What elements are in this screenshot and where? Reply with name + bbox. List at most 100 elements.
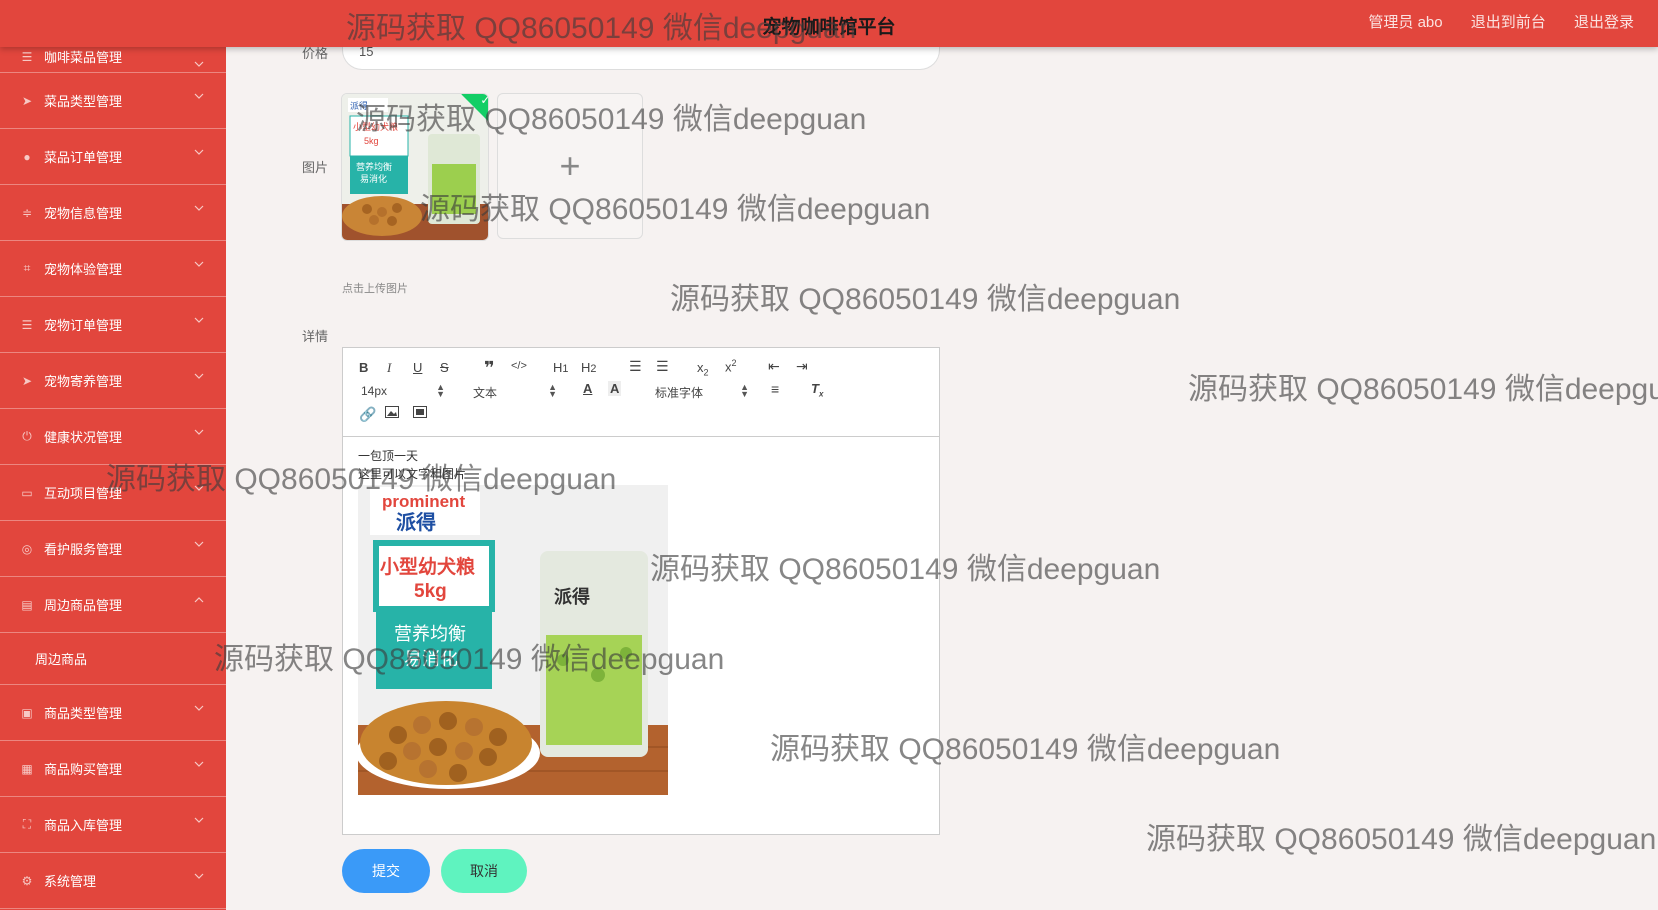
sidebar-item-label: 周边商品管理: [44, 598, 123, 613]
code-block-icon[interactable]: </>: [511, 360, 527, 372]
sidebar-item-8[interactable]: ⏻ 健康状况管理: [0, 409, 226, 465]
chevron-down-icon: [194, 61, 204, 71]
thumb-product-text: 小型幼犬粮: [353, 121, 398, 132]
detail-label: 详情: [302, 329, 329, 344]
heading2-icon[interactable]: H2: [581, 360, 596, 375]
compass-icon: ◎: [21, 541, 33, 556]
strikethrough-icon[interactable]: S: [440, 360, 449, 375]
plus-icon: +: [559, 145, 581, 186]
sidebar-item-4[interactable]: ≑ 宠物信息管理: [0, 185, 226, 241]
sidebar-item-15[interactable]: ⚙ 系统管理: [0, 853, 226, 909]
superscript-icon[interactable]: x2: [725, 358, 737, 374]
list-icon: ☰: [21, 49, 33, 64]
sidebar-item-12[interactable]: ▣ 商品类型管理: [0, 685, 226, 741]
back-to-front-link[interactable]: 退出到前台: [1471, 14, 1546, 31]
crop-icon: ⌗: [23, 261, 31, 275]
product-name-text: 小型幼犬粮: [380, 555, 475, 578]
top-header: 宠物咖啡馆平台 管理员 abo 退出到前台 退出登录: [0, 0, 1658, 47]
sidebar-item-6[interactable]: ☰ 宠物订单管理: [0, 297, 226, 353]
power-icon: ⏻: [22, 429, 32, 443]
image-insert-icon[interactable]: [385, 406, 399, 421]
chat-icon: ▤: [21, 597, 33, 612]
content-line-1: 一包顶一天: [358, 449, 419, 463]
sidebar-item-10[interactable]: ◎ 看护服务管理: [0, 521, 226, 577]
block-format-select[interactable]: 文本 ▲ ▼: [473, 382, 557, 401]
select-arrows-icon: ▲ ▼: [740, 382, 749, 399]
bold-icon[interactable]: B: [359, 360, 368, 375]
submit-button[interactable]: 提交: [342, 849, 430, 893]
sidebar-item-label: 商品入库管理: [44, 818, 123, 833]
sidebar-item-9[interactable]: ▭ 互动项目管理: [0, 465, 226, 521]
grid-icon: ▦: [21, 761, 33, 776]
sidebar-item-2[interactable]: ➤ 菜品类型管理: [0, 73, 226, 129]
font-family-select[interactable]: 标准字体 ▲ ▼: [655, 382, 749, 401]
sidebar-item-11[interactable]: ▤ 周边商品管理: [0, 577, 226, 633]
user-icon: ●: [23, 149, 31, 164]
background-color-icon[interactable]: A: [608, 381, 622, 396]
sidebar-item-13[interactable]: ▦ 商品购买管理: [0, 741, 226, 797]
link-icon[interactable]: 🔗: [359, 406, 376, 423]
submenu-item-peripheral-products[interactable]: 周边商品: [0, 633, 226, 685]
sidebar-item-5[interactable]: ⌗ 宠物体验管理: [0, 241, 226, 297]
bullet-list-icon[interactable]: ☰: [656, 358, 669, 375]
chevron-up-icon: [194, 597, 204, 607]
image-label: 图片: [302, 160, 329, 175]
sidebar-item-1[interactable]: ☰ 咖啡菜品管理: [0, 47, 226, 73]
clear-format-icon[interactable]: Tx: [811, 381, 823, 399]
rich-text-editor: B I U S ❞ </> H1 H2 ☰ ☰ x2 x2 ⇤ ⇥ 14px ▲…: [342, 347, 940, 835]
font-size-select[interactable]: 14px ▲ ▼: [361, 382, 445, 399]
sidebar-item-label: 商品类型管理: [44, 706, 123, 721]
sidebar-item-7[interactable]: ➤ 宠物寄养管理: [0, 353, 226, 409]
sidebar-item-14[interactable]: ⛶ 商品入库管理: [0, 797, 226, 853]
admin-user-label[interactable]: 管理员 abo: [1368, 14, 1442, 31]
monitor-icon: ▭: [21, 485, 33, 500]
align-icon[interactable]: ≡: [771, 381, 779, 397]
heading1-icon[interactable]: H1: [553, 360, 568, 375]
select-arrows-icon: ▲ ▼: [548, 382, 557, 399]
outdent-icon[interactable]: ⇤: [768, 358, 780, 375]
thumb-tagline1-text: 营养均衡: [356, 161, 392, 172]
font-color-icon[interactable]: A: [583, 381, 592, 396]
image-upload-button[interactable]: +: [497, 93, 643, 239]
logout-link[interactable]: 退出登录: [1574, 14, 1634, 31]
sidebar-item-label: 菜品订单管理: [44, 150, 123, 165]
block-format-value: 文本: [473, 386, 498, 400]
sidebar-item-label: 系统管理: [44, 874, 97, 889]
sidebar-item-label: 咖啡菜品管理: [44, 50, 123, 65]
uploaded-image-thumbnail[interactable]: 派得 小型幼犬粮 5kg 营养均衡 易消化 ✓: [341, 93, 489, 241]
ordered-list-icon[interactable]: ☰: [629, 358, 642, 375]
content-product-image: prominent 派得 小型幼犬粮 5kg 营养均衡 易消化 派得: [358, 485, 668, 795]
sidebar-item-label: 看护服务管理: [44, 542, 123, 557]
blockquote-icon[interactable]: ❞: [484, 358, 495, 379]
sidebar-item-label: 商品购买管理: [44, 762, 123, 777]
chevron-down-icon: [194, 485, 204, 495]
sidebar-item-label: 宠物信息管理: [44, 206, 123, 221]
sidebar-item-label: 宠物体验管理: [44, 262, 123, 277]
sidebar-item-label: 菜品类型管理: [44, 94, 123, 109]
underline-icon[interactable]: U: [413, 360, 422, 375]
upload-hint: 点击上传图片: [342, 283, 408, 295]
select-arrows-icon: ▲ ▼: [436, 382, 445, 399]
font-size-value: 14px: [361, 384, 388, 398]
subscript-icon[interactable]: x2: [697, 360, 709, 378]
settings-icon: ⚙: [21, 873, 33, 888]
chevron-down-icon: [194, 93, 204, 103]
cancel-button[interactable]: 取消: [441, 849, 527, 893]
product-weight-text: 5kg: [414, 581, 447, 602]
sidebar-menu: ☰ 咖啡菜品管理 ➤ 菜品类型管理 ● 菜品订单管理 ≑ 宠物信息管理 ⌗ 宠物体验管理 ☰ 宠物订单…: [0, 47, 226, 910]
thumb-weight-text: 5kg: [364, 136, 379, 146]
header-links: 管理员 abo 退出到前台 退出登录: [1344, 11, 1634, 32]
sidebar-item-3[interactable]: ● 菜品订单管理: [0, 129, 226, 185]
editor-content-area[interactable]: 一包顶一天 这里可以文字和图片 prominent 派得 小型幼犬粮 5kg 营…: [343, 437, 939, 795]
chevron-down-icon: [194, 205, 204, 215]
chevron-down-icon: [194, 705, 204, 715]
video-insert-icon[interactable]: [413, 406, 427, 421]
message-icon: ▣: [21, 705, 33, 720]
list-icon: ☰: [21, 317, 33, 332]
font-family-value: 标准字体: [655, 386, 704, 400]
indent-icon[interactable]: ⇥: [796, 358, 808, 375]
tagline-2-text: 易消化: [404, 649, 458, 669]
italic-icon[interactable]: I: [387, 360, 391, 376]
sidebar-item-label: 宠物订单管理: [44, 318, 123, 333]
chevron-down-icon: [194, 429, 204, 439]
